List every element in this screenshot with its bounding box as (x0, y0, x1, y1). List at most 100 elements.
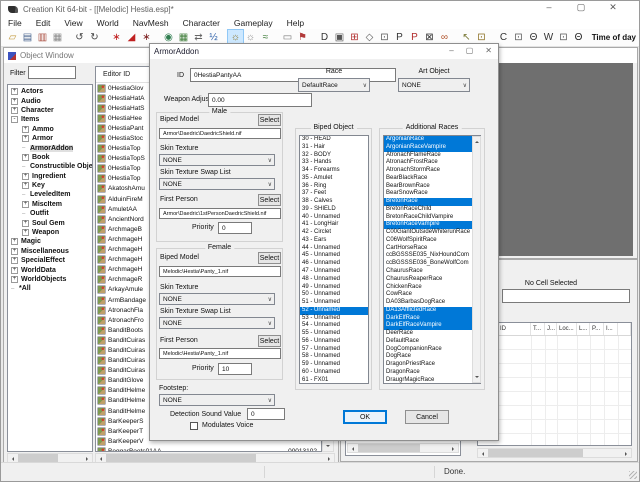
resize-grip[interactable] (629, 471, 637, 479)
race-item[interactable]: ChickenRace (384, 284, 472, 292)
expand-icon[interactable]: + (22, 182, 29, 189)
tree-item-key[interactable]: +Key (8, 181, 92, 190)
biped-slot-item[interactable]: 30 - HEAD (300, 136, 368, 144)
cell-column-j[interactable]: J... (545, 323, 557, 335)
tree-item-weapon[interactable]: +Weapon (8, 228, 92, 237)
dialog-minimize-button[interactable]: – (449, 46, 453, 55)
window-b-icon[interactable]: ⊡ (556, 30, 571, 45)
expand-icon[interactable]: + (22, 220, 29, 227)
close-button[interactable]: ✕ (607, 2, 619, 13)
race-item[interactable]: ArgonianRace (384, 136, 472, 144)
male-biped-model-select-button[interactable]: Select (258, 114, 281, 126)
race-item[interactable]: ChaurusRace (384, 268, 472, 276)
tree-item-leveleditem[interactable]: –LeveledItem (8, 190, 92, 199)
tree-item-soul-gem[interactable]: +Soul Gem (8, 218, 92, 227)
menu-edit[interactable]: Edit (29, 17, 58, 29)
biped-slot-item[interactable]: 40 - Unnamed (300, 214, 368, 222)
menu-gameplay[interactable]: Gameplay (227, 17, 280, 29)
male-skin-texture-combo[interactable]: NONE∨ (159, 154, 275, 166)
tree-item-miscitem[interactable]: +MiscItem (8, 200, 92, 209)
menu-view[interactable]: View (57, 17, 89, 29)
additional-races-list[interactable]: ArgonianRaceArgonianRaceVampireAtronachF… (383, 135, 481, 384)
tree-item-worldobjects[interactable]: +WorldObjects (8, 275, 92, 284)
biped-slot-item[interactable]: 32 - BODY (300, 152, 368, 160)
female-skin-texture-swap-combo[interactable]: NONE∨ (159, 317, 275, 329)
cell-list-hscrollbar[interactable] (347, 443, 459, 453)
cell-column-loc[interactable]: Loc... (557, 323, 577, 335)
menu-character[interactable]: Character (176, 17, 227, 29)
race-item[interactable]: CartHorseRace (384, 245, 472, 253)
expand-icon[interactable]: + (11, 88, 18, 95)
tree-item-book[interactable]: +Book (8, 153, 92, 162)
race-item[interactable]: AtronachFlameRace (384, 152, 472, 160)
detection-sound-input[interactable]: 0 (247, 408, 285, 420)
world-window-icon[interactable]: W (541, 30, 556, 45)
biped-slot-item[interactable]: 56 - Unnamed (300, 338, 368, 346)
dialog-titlebar[interactable]: ArmorAddon (150, 44, 498, 59)
biped-slot-item[interactable]: 31 - Hair (300, 144, 368, 152)
race-item[interactable]: ArgonianRaceVampire (384, 144, 472, 152)
biped-slot-item[interactable]: 46 - Unnamed (300, 260, 368, 268)
tree-item-outfit[interactable]: –Outfit (8, 209, 92, 218)
delete-icon[interactable]: ▦ (50, 30, 65, 45)
races-vscrollbar[interactable] (472, 136, 481, 383)
biped-slot-item[interactable]: 47 - Unnamed (300, 268, 368, 276)
maximize-button[interactable]: ▢ (575, 2, 587, 13)
biped-slot-item[interactable]: 49 - Unnamed (300, 284, 368, 292)
cell-objects-table[interactable]: IDT...J...Loc...L...P...I... (477, 322, 632, 446)
female-first-person-input[interactable]: Melodic\Hestia\Panty_1.nif (159, 348, 281, 359)
biped-object-list[interactable]: 30 - HEAD31 - Hair32 - BODY33 - Hands34 … (299, 135, 369, 384)
biped-slot-item[interactable]: 36 - Ring (300, 183, 368, 191)
tree-item-all[interactable]: –*All (8, 284, 92, 293)
tree-item-miscellaneous[interactable]: +Miscellaneous (8, 247, 92, 256)
modulates-voice-checkbox[interactable] (190, 422, 198, 430)
biped-slot-item[interactable]: 52 - Unnamed (300, 307, 368, 315)
cancel-button[interactable]: Cancel (405, 410, 449, 424)
collapse-icon[interactable]: - (11, 116, 18, 123)
tree-item-armor[interactable]: +Armor (8, 134, 92, 143)
race-item[interactable]: DraugrMagicRace (384, 377, 472, 384)
menu-file[interactable]: File (1, 17, 29, 29)
tree-item-items[interactable]: -Items (8, 115, 92, 124)
occlusion-icon[interactable]: Θ (526, 30, 541, 45)
race-item[interactable]: DarkElfRace (384, 315, 472, 323)
biped-slot-item[interactable]: 57 - Unnamed (300, 346, 368, 354)
expand-icon[interactable]: + (11, 98, 18, 105)
race-item[interactable]: BearBrownRace (384, 183, 472, 191)
race-item[interactable]: BretonRace (384, 198, 472, 206)
data-files-icon[interactable]: ▥ (35, 30, 50, 45)
biped-slot-item[interactable]: 55 - Unnamed (300, 330, 368, 338)
biped-slot-item[interactable]: 45 - Unnamed (300, 252, 368, 260)
tree-item-magic[interactable]: +Magic (8, 237, 92, 246)
race-item[interactable]: BearSnowRace (384, 190, 472, 198)
save-plugin-icon[interactable]: ▤ (20, 30, 35, 45)
race-item[interactable]: BretonRaceVampire (384, 221, 472, 229)
menu-navmesh[interactable]: NavMesh (126, 17, 176, 29)
expand-icon[interactable]: + (11, 248, 18, 255)
cell-column-p[interactable]: P... (590, 323, 604, 335)
tree-item-ingredient[interactable]: +Ingredient (8, 172, 92, 181)
biped-slot-item[interactable]: 34 - Forearms (300, 167, 368, 175)
biped-slot-item[interactable]: 44 - Unnamed (300, 245, 368, 253)
female-biped-model-select-button[interactable]: Select (258, 252, 281, 264)
race-item[interactable]: AtronachStormRace (384, 167, 472, 175)
tree-item-armoraddon[interactable]: –ArmorAddon (8, 143, 92, 152)
expand-icon[interactable]: + (22, 173, 29, 180)
race-item[interactable]: ccBGSSSE036_BoneWolfCom (384, 260, 472, 268)
male-skin-texture-swap-combo[interactable]: NONE∨ (159, 178, 275, 190)
cell-column-l[interactable]: L... (577, 323, 590, 335)
expand-icon[interactable]: + (11, 257, 18, 264)
biped-slot-item[interactable]: 59 - Unnamed (300, 361, 368, 369)
expand-icon[interactable]: + (11, 107, 18, 114)
male-biped-model-input[interactable]: Armor\Daedric\DaedricShield.nif (159, 128, 281, 139)
menu-help[interactable]: Help (280, 17, 311, 29)
cell-search-field[interactable] (502, 289, 630, 303)
race-item[interactable]: CowRace (384, 291, 472, 299)
open-plugin-icon[interactable]: ▱ (5, 30, 20, 45)
window-a-icon[interactable]: ⊡ (511, 30, 526, 45)
tree-item-audio[interactable]: +Audio (8, 96, 92, 105)
male-priority-input[interactable]: 0 (218, 222, 252, 234)
sphere-view-icon[interactable]: Θ (571, 30, 586, 45)
race-item[interactable]: DragonRace (384, 369, 472, 377)
race-item[interactable]: DarkElfRaceVampire (384, 322, 472, 330)
